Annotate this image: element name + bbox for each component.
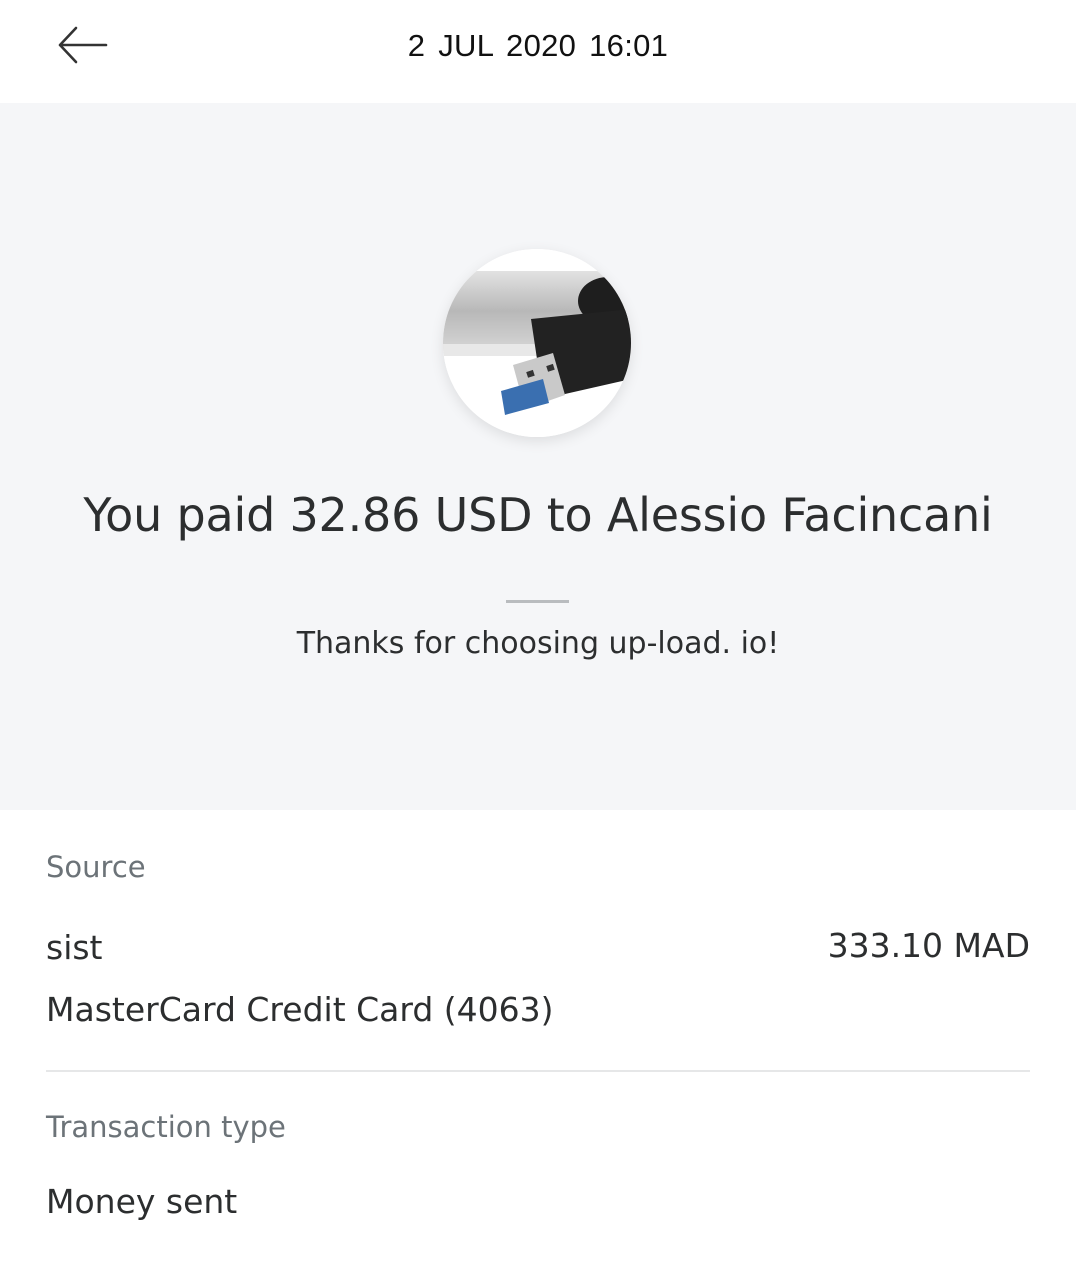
divider <box>506 600 569 603</box>
transaction-type-value: Money sent <box>46 1182 238 1221</box>
source-label: Source <box>46 850 146 884</box>
source-amount: 333.10 MAD <box>827 926 1030 965</box>
source-card: MasterCard Credit Card (4063) <box>46 990 554 1029</box>
row-divider <box>46 1070 1030 1072</box>
usb-drive-image <box>443 249 631 437</box>
top-bar: 2 JUL 2020 16:01 <box>0 0 1076 103</box>
source-account-name: sist <box>46 928 103 967</box>
merchant-avatar <box>443 249 631 437</box>
transaction-datetime: 2 JUL 2020 16:01 <box>407 28 669 63</box>
transaction-summary: You paid 32.86 USD to Alessio Facincani … <box>0 103 1076 810</box>
payment-summary-title: You paid 32.86 USD to Alessio Facincani <box>83 488 993 542</box>
transaction-type-label: Transaction type <box>46 1110 286 1144</box>
merchant-note: Thanks for choosing up-load. io! <box>296 626 780 661</box>
